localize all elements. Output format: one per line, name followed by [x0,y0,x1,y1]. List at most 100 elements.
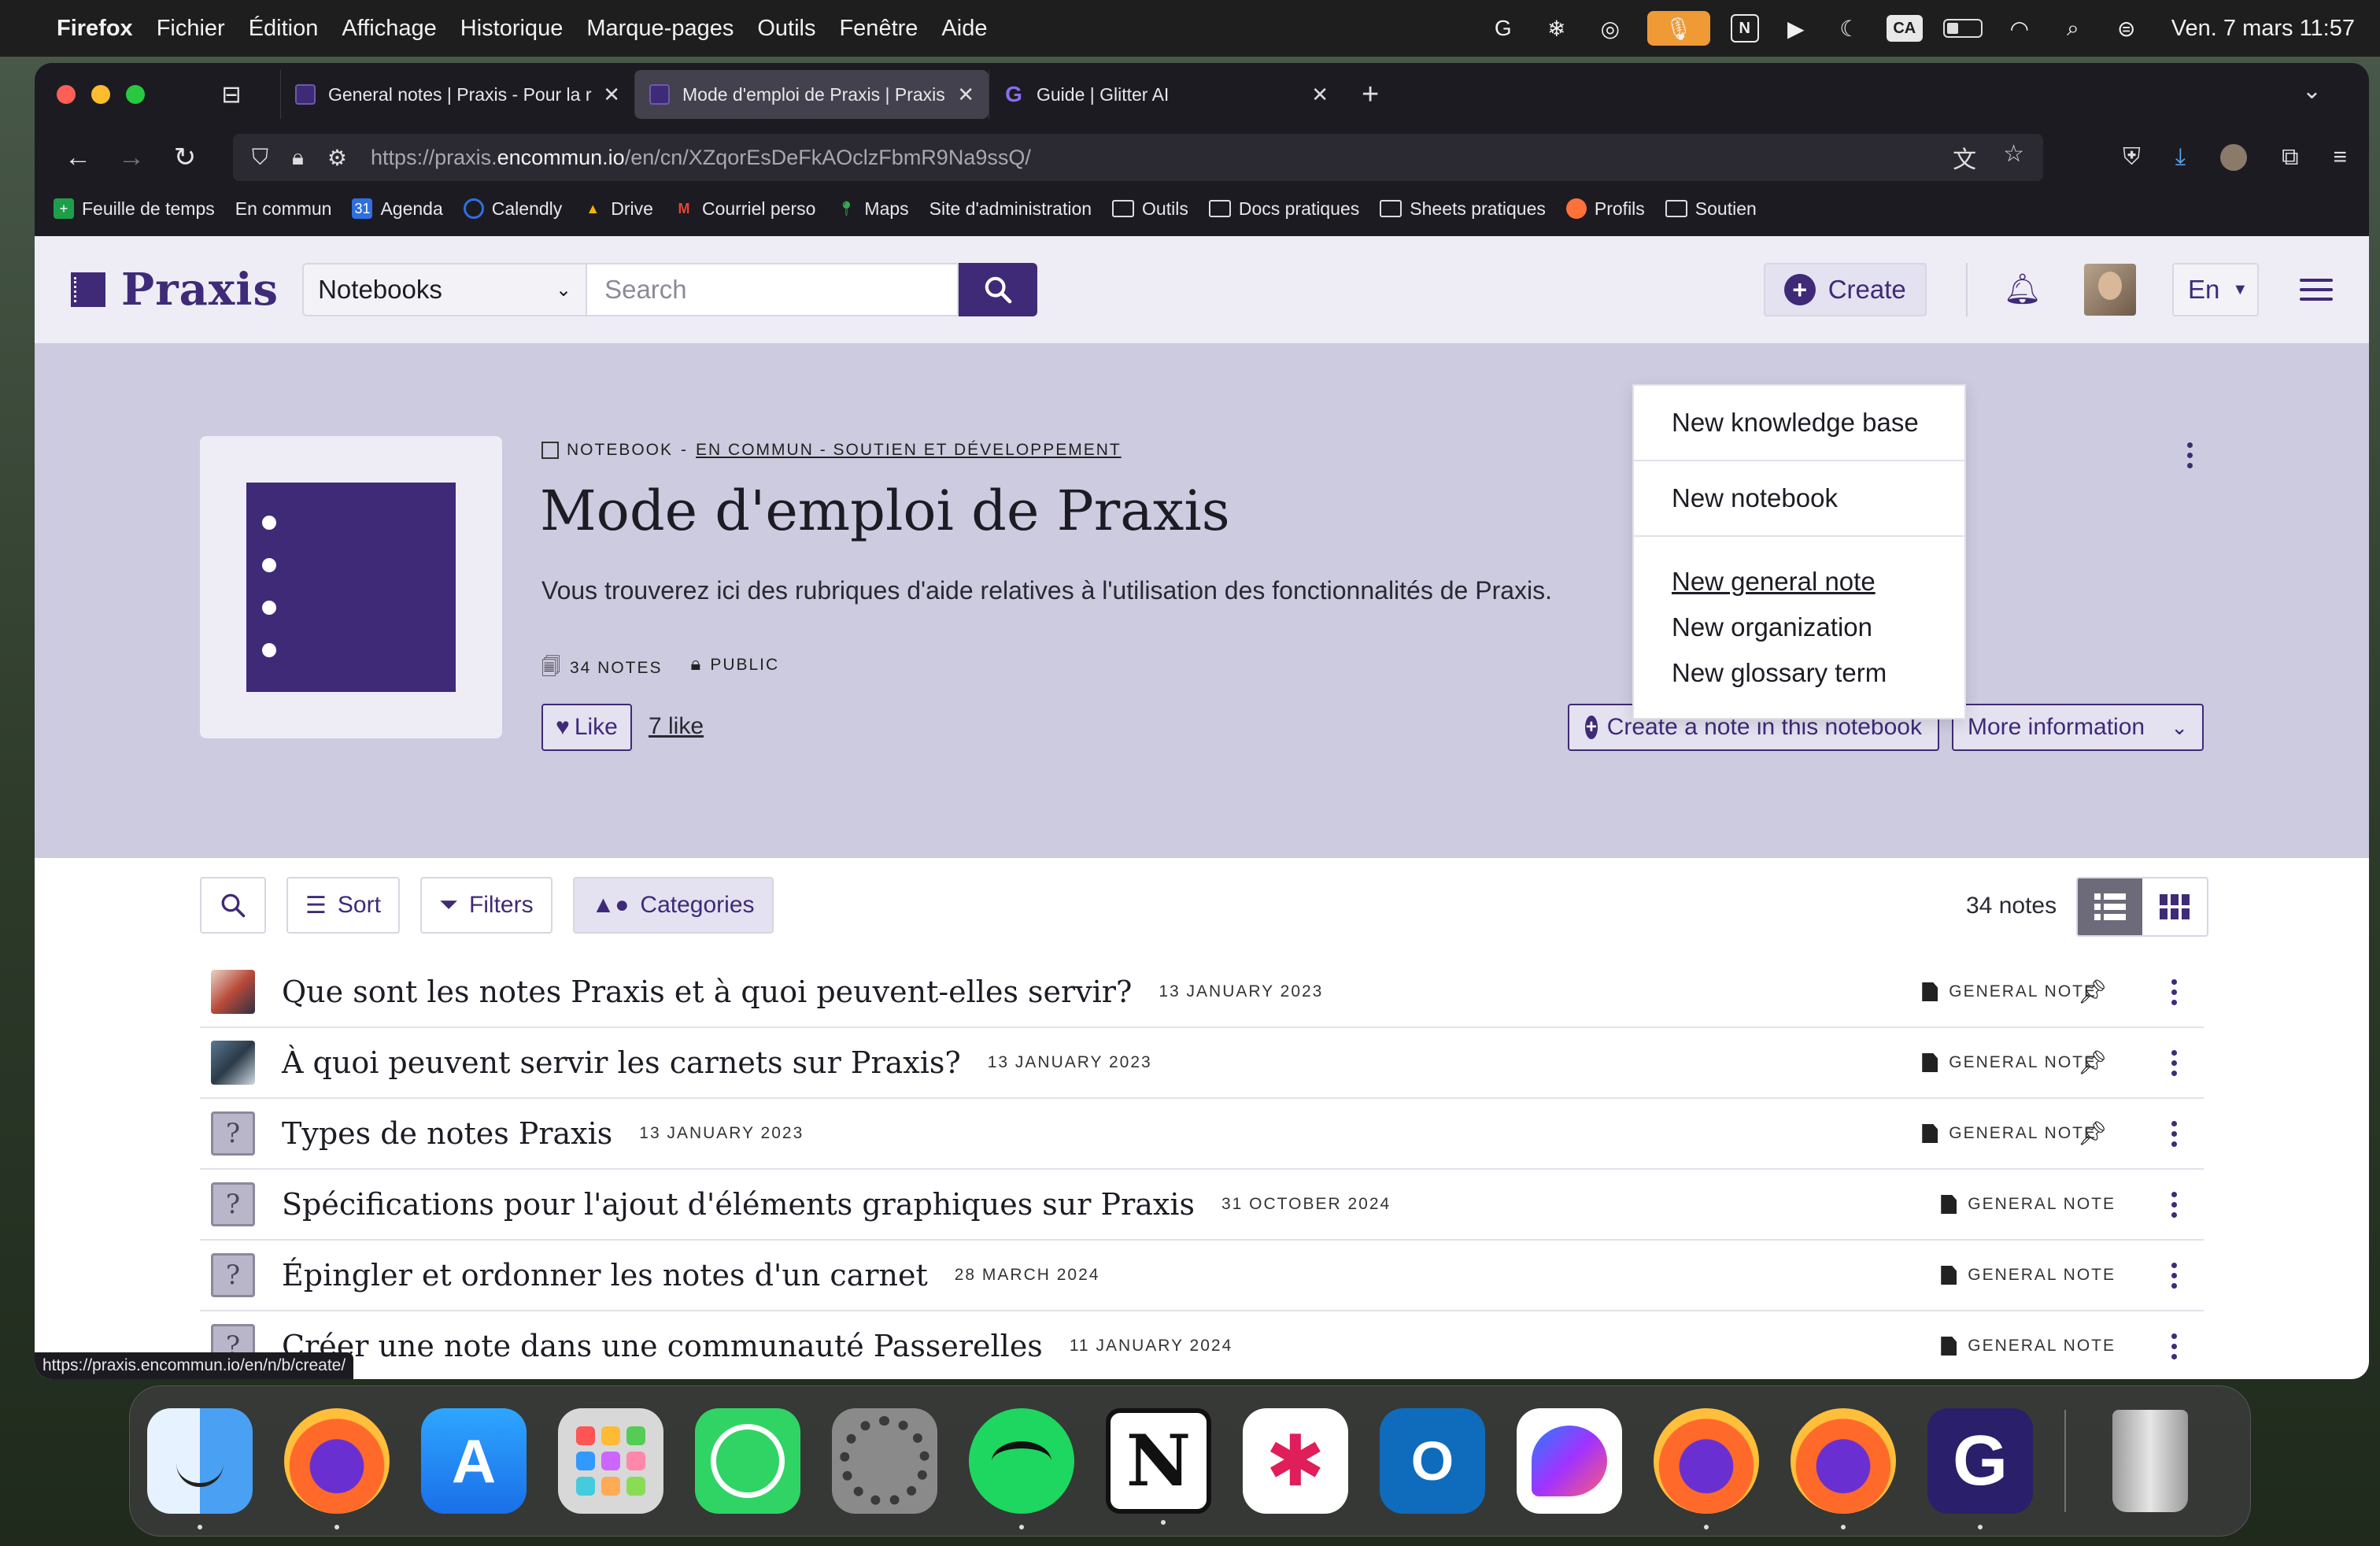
notes-search-button[interactable] [200,877,266,934]
list-all-tabs-icon[interactable]: ⌄ [2302,77,2322,105]
note-options-icon[interactable] [2171,978,2177,1005]
sort-button[interactable]: ☰ Sort [286,877,400,934]
user-avatar[interactable] [2084,264,2136,316]
close-tab-icon[interactable]: ✕ [603,83,620,107]
more-information-button[interactable]: More information ⌄ [1952,704,2204,751]
battery-icon[interactable] [1942,19,1983,38]
zoom-window-button[interactable] [126,85,145,104]
extensions-icon[interactable]: ⧉ [2282,144,2298,171]
menu-affichage[interactable]: Affichage [342,16,436,42]
pin-icon[interactable]: 📌︎ [2078,1120,2108,1148]
bookmark-folder-outils[interactable]: Outils [1112,198,1188,220]
spotlight-icon[interactable]: ⌕ [2057,12,2090,45]
play-icon[interactable]: ▶ [1779,12,1813,45]
bookmark-site-administration[interactable]: Site d'administration [929,198,1092,220]
menu-item-new-general-note[interactable]: New general note [1634,559,1964,605]
bookmark-profils[interactable]: Profils [1565,198,1645,220]
minimize-window-button[interactable] [91,85,110,104]
dock-messenger-icon[interactable] [1517,1408,1622,1514]
notion-icon[interactable]: N [1730,14,1759,43]
filters-button[interactable]: ⏷ Filters [419,877,552,934]
dock-slack-icon[interactable]: ✱ [1243,1408,1348,1514]
moon-icon[interactable]: ☾ [1833,12,1866,45]
bookmark-maps[interactable]: 📍︎ Maps [836,198,909,220]
notebook-options-icon[interactable] [2182,442,2197,468]
menu-marque-pages[interactable]: Marque-pages [586,16,734,42]
reload-icon[interactable]: ↻ [164,142,206,173]
bookmark-courriel-perso[interactable]: M Courriel perso [674,198,815,220]
menu-app-name[interactable]: Firefox [57,16,133,42]
swirl-icon[interactable]: ◎ [1594,12,1627,45]
pin-icon[interactable]: 📌︎ [2078,978,2108,1006]
snowflake-icon[interactable]: ❄ [1540,12,1573,45]
close-tab-icon[interactable]: ✕ [1311,83,1329,107]
dock-launchpad-icon[interactable] [558,1408,663,1514]
dock-app-store-icon[interactable]: A [421,1408,527,1514]
tracking-protection-icon[interactable]: ⛉ [252,145,268,171]
note-options-icon[interactable] [2171,1191,2177,1218]
categories-button[interactable]: ▲● Categories [572,877,774,934]
hamburger-menu-icon[interactable] [2300,279,2333,301]
bookmark-agenda[interactable]: 31 Agenda [352,198,443,220]
downloads-icon[interactable]: ⤓ [2175,144,2186,171]
bookmark-calendly[interactable]: Calendly [463,198,562,220]
forward-icon[interactable]: → [110,142,153,173]
note-row[interactable]: À quoi peuvent servir les carnets sur Pr… [200,1028,2204,1099]
close-window-button[interactable] [57,85,76,104]
microphone-icon[interactable]: 🎙 [1646,11,1710,46]
bookmark-folder-soutien[interactable]: Soutien [1665,198,1757,220]
note-title-link[interactable]: Types de notes Praxis [282,1116,612,1151]
wifi-icon[interactable]: ◠ [2003,12,2036,45]
dock-firefox-nightly-icon[interactable] [1791,1408,1896,1529]
note-row[interactable]: Que sont les notes Praxis et à quoi peuv… [200,957,2204,1028]
note-title-link[interactable]: Spécifications pour l'ajout d'éléments g… [282,1187,1195,1222]
menu-edition[interactable]: Édition [249,16,319,42]
menu-outils[interactable]: Outils [757,16,815,42]
dock-outlook-icon[interactable]: O [1380,1408,1485,1514]
close-tab-icon[interactable]: ✕ [957,83,974,107]
note-options-icon[interactable] [2171,1120,2177,1147]
bookmark-drive[interactable]: ▲ Drive [582,198,653,220]
input-source-icon[interactable]: CA [1886,15,1923,42]
dock-trash-icon[interactable] [2097,1408,2203,1514]
dock-finder-icon[interactable] [147,1408,253,1529]
search-button[interactable] [959,263,1038,316]
pocket-icon[interactable]: ⛨ [2123,144,2141,171]
bookmark-feuille-de-temps[interactable]: + Feuille de temps [54,198,215,220]
search-input[interactable]: Search [586,263,959,316]
bookmark-folder-docs-pratiques[interactable]: Docs pratiques [1208,198,1359,220]
note-title-link[interactable]: Créer une note dans une communauté Passe… [282,1329,1043,1363]
note-options-icon[interactable] [2171,1333,2177,1359]
search-scope-select[interactable]: Notebooks ⌄ [302,263,586,316]
menu-aide[interactable]: Aide [941,16,987,42]
menu-item-new-glossary-term[interactable]: New glossary term [1634,650,1964,696]
grid-view-button[interactable] [2142,878,2207,935]
tab-mode-emploi[interactable]: Mode d'emploi de Praxis | Praxis ✕ [634,70,989,119]
language-select[interactable]: En ▼ [2172,263,2259,316]
like-button[interactable]: ♥ Like [541,704,632,751]
note-title-link[interactable]: Que sont les notes Praxis et à quoi peuv… [282,975,1132,1009]
menu-item-new-organization[interactable]: New organization [1634,605,1964,650]
menu-clock[interactable]: Ven. 7 mars 11:57 [2171,16,2355,42]
create-button[interactable]: + Create [1763,263,1927,316]
dock-notion-icon[interactable]: N [1106,1408,1211,1525]
permissions-icon[interactable]: ⚙︎ [327,145,347,171]
note-options-icon[interactable] [2171,1049,2177,1076]
new-tab-icon[interactable]: + [1362,78,1379,112]
bookmark-star-icon[interactable]: ☆ [2003,140,2024,175]
praxis-logo[interactable]: Praxis [71,264,279,316]
menu-item-new-notebook[interactable]: New notebook [1634,483,1964,513]
translate-icon[interactable]: 文 [1953,140,1976,175]
menu-fenetre[interactable]: Fenêtre [839,16,918,42]
bookmark-en-commun[interactable]: En commun [235,198,332,220]
dock-firefox-dev-icon[interactable] [1654,1408,1759,1529]
menu-item-new-knowledge-base[interactable]: New knowledge base [1634,408,1964,438]
note-options-icon[interactable] [2171,1262,2177,1289]
account-avatar[interactable] [2220,144,2248,171]
grammarly-icon[interactable]: G [1487,12,1520,45]
tab-manager-icon[interactable]: ⊟ [216,79,247,110]
back-icon[interactable]: ← [57,142,99,173]
dock-spotify-icon[interactable] [969,1408,1074,1529]
like-count-link[interactable]: 7 like [649,713,704,740]
menu-historique[interactable]: Historique [460,16,564,42]
